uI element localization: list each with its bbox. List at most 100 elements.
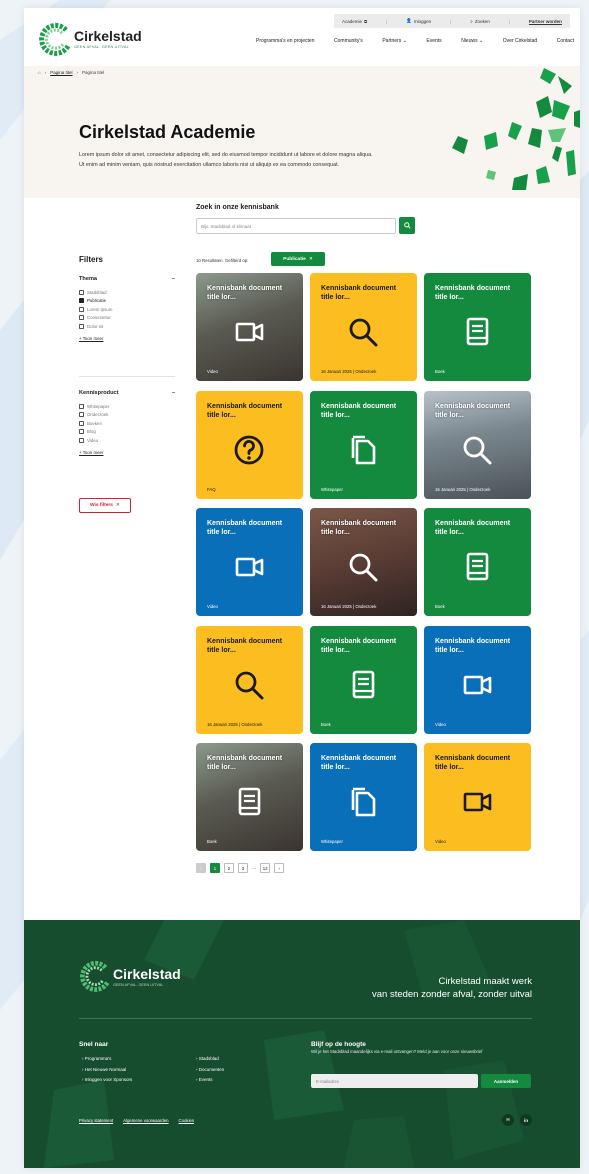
card-meta: Whitepaper — [321, 839, 343, 844]
active-filter-pill[interactable]: Publicatie ✕ — [271, 252, 325, 266]
kennisbank-card[interactable]: Kennisbank document title lor... Video — [196, 273, 303, 381]
subscribe-button[interactable]: Aanmelden — [481, 1074, 531, 1088]
card-meta: Whitepaper — [321, 486, 343, 492]
checkbox[interactable] — [79, 420, 84, 426]
linkedin-icon[interactable]: in — [520, 1114, 532, 1126]
footer-link[interactable]: Documenten — [196, 1065, 225, 1076]
kennisbank-card[interactable]: Kennisbank document title lor... Video — [424, 625, 531, 734]
home-icon[interactable]: ⌂ — [38, 70, 41, 75]
checkbox[interactable] — [79, 403, 84, 409]
filter-group-header[interactable]: Kennisproduct – — [79, 390, 175, 396]
footer-logo[interactable]: Cirkelstad GEEN AFVAL. GEEN UITVAL — [79, 960, 189, 1000]
footer-link[interactable]: Events — [196, 1075, 224, 1086]
footer-logo-tagline: GEEN AFVAL. GEEN UITVAL — [113, 983, 164, 987]
footer-link[interactable]: Het Nieuwe Normaal — [82, 1065, 132, 1076]
kennisbank-card[interactable]: Kennisbank document title lor... Boek — [310, 625, 417, 734]
breadcrumb-link[interactable]: Pagina titel — [50, 70, 72, 75]
kennisbank-card[interactable]: Kennisbank document title lor... 16 Janua… — [310, 508, 417, 616]
show-more-link[interactable]: + Toon meer — [79, 336, 175, 341]
filter-option[interactable]: Dolor sit — [79, 322, 175, 331]
checkbox[interactable] — [79, 437, 84, 443]
checkbox[interactable] — [79, 429, 84, 435]
checkbox[interactable] — [79, 412, 84, 418]
kennisbank-card[interactable]: Kennisbank document title lor... Video — [196, 508, 303, 616]
checkbox-checked[interactable] — [79, 298, 84, 304]
kennisbank-card[interactable]: Kennisbank document title lor... Video — [424, 743, 531, 851]
filter-option[interactable]: Blog — [79, 428, 175, 437]
page-button[interactable]: 2 — [224, 863, 234, 873]
card-meta: 16 Januari 2025 | Onderzoek — [321, 604, 377, 609]
kennisbank-card[interactable]: Kennisbank document title lor... 16 Janua… — [424, 390, 531, 499]
footer-quicklinks-title: Snel naar — [79, 1041, 109, 1048]
search-link[interactable]: ⌕ Zoeken — [470, 19, 490, 24]
kennisbank-card[interactable]: Kennisbank document title lor... Whitepap… — [310, 390, 417, 499]
checkbox[interactable] — [79, 315, 84, 321]
card-meta: 16 Januari 2025 | Onderzoek — [207, 721, 263, 727]
filter-option[interactable]: Stadsblad — [79, 288, 175, 297]
filters-title: Filters — [79, 255, 104, 264]
logo-icon — [80, 960, 110, 992]
filter-option[interactable]: Consectetur — [79, 314, 175, 323]
page-button[interactable]: 3 — [238, 863, 248, 873]
nav-communitys[interactable]: Community's — [334, 38, 363, 44]
cookies-link[interactable]: Cookies — [179, 1118, 195, 1123]
kennisbank-card[interactable]: Kennisbank document title lor... Boek — [196, 743, 303, 851]
partner-link[interactable]: Partner worden — [529, 19, 562, 24]
footer-link[interactable]: Programma's — [82, 1054, 132, 1065]
nav-partners[interactable]: Partners ⌄ — [382, 38, 406, 44]
privacy-link[interactable]: Privacy statement — [79, 1118, 113, 1123]
video-icon — [235, 557, 264, 577]
card-meta: Boek — [435, 604, 445, 609]
next-page-button[interactable]: › — [274, 863, 285, 873]
nav-contact[interactable]: Contact — [557, 38, 574, 44]
nav-over[interactable]: Over Cirkelstad — [503, 38, 537, 44]
filter-option[interactable]: Publicatie — [79, 297, 175, 306]
filter-option-label: Publicatie — [87, 298, 107, 304]
card-title: Kennisbank document title lor... — [207, 755, 283, 771]
card-title: Kennisbank document title lor... — [207, 637, 283, 654]
nav-nieuws[interactable]: Nieuws ⌄ — [461, 38, 483, 44]
clear-filters-button[interactable]: Wis filters ✕ — [79, 498, 131, 513]
filter-option[interactable]: Onderzoek — [79, 411, 175, 420]
filter-group-header[interactable]: Thema – — [79, 276, 175, 282]
page-button[interactable]: 1 — [210, 863, 220, 873]
card-title: Kennisbank document title lor... — [321, 637, 397, 654]
email-input[interactable]: E-mailadres — [311, 1074, 478, 1088]
page-button[interactable]: 12 — [260, 863, 271, 873]
nav-events[interactable]: Events — [426, 38, 441, 44]
filter-option[interactable]: Video — [79, 436, 175, 445]
search-icon — [349, 553, 378, 582]
search-button[interactable] — [399, 217, 415, 234]
filter-option[interactable]: Boeken — [79, 419, 175, 428]
login-link[interactable]: 👤 Inloggen — [406, 18, 431, 24]
kennisbank-card[interactable]: Kennisbank document title lor... Boek — [424, 273, 531, 381]
checkbox[interactable] — [79, 306, 84, 312]
collapse-icon: – — [171, 276, 175, 282]
checkbox[interactable] — [79, 323, 84, 329]
footer-link[interactable]: Inloggen voor Sponsors — [82, 1075, 133, 1086]
nav-programmas[interactable]: Programma's en projecten — [256, 38, 314, 44]
kennisbank-card[interactable]: Kennisbank document title lor... 16 Janua… — [196, 625, 303, 734]
card-title: Kennisbank document title lor... — [435, 285, 511, 301]
filter-option-label: Blog — [87, 429, 96, 435]
prev-page-button[interactable]: ‹ — [196, 863, 206, 873]
card-meta: FAQ — [207, 486, 216, 492]
kennisbank-card[interactable]: Kennisbank document title lor... FAQ — [196, 390, 303, 499]
video-icon — [463, 675, 492, 694]
academie-link[interactable]: Academie ⧉ — [342, 19, 367, 24]
footer-link[interactable]: Stadsblad — [196, 1054, 224, 1065]
logo-name: Cirkelstad — [74, 28, 142, 44]
breadcrumb-current: Pagina titel — [81, 70, 105, 75]
logo[interactable]: Cirkelstad GEEN AFVAL. GEEN UITVAL — [38, 22, 148, 58]
checkbox[interactable] — [79, 289, 84, 295]
filter-option[interactable]: Whitepaper — [79, 402, 175, 411]
card-title: Kennisbank document title lor... — [321, 402, 397, 419]
kennisbank-card[interactable]: Kennisbank document title lor... 16 Janua… — [310, 273, 417, 381]
search-input[interactable]: Bijv. Stadsblad of klimaat — [196, 218, 396, 234]
kennisbank-card[interactable]: Kennisbank document title lor... Whitepap… — [310, 743, 417, 851]
mail-icon[interactable]: ✉ — [502, 1114, 514, 1126]
terms-link[interactable]: Algemene voorwaarden — [123, 1118, 168, 1123]
show-more-link[interactable]: + Toon meer — [79, 450, 175, 455]
filter-option[interactable]: Lorem ipsum — [79, 305, 175, 314]
kennisbank-card[interactable]: Kennisbank document title lor... Boek — [424, 508, 531, 616]
